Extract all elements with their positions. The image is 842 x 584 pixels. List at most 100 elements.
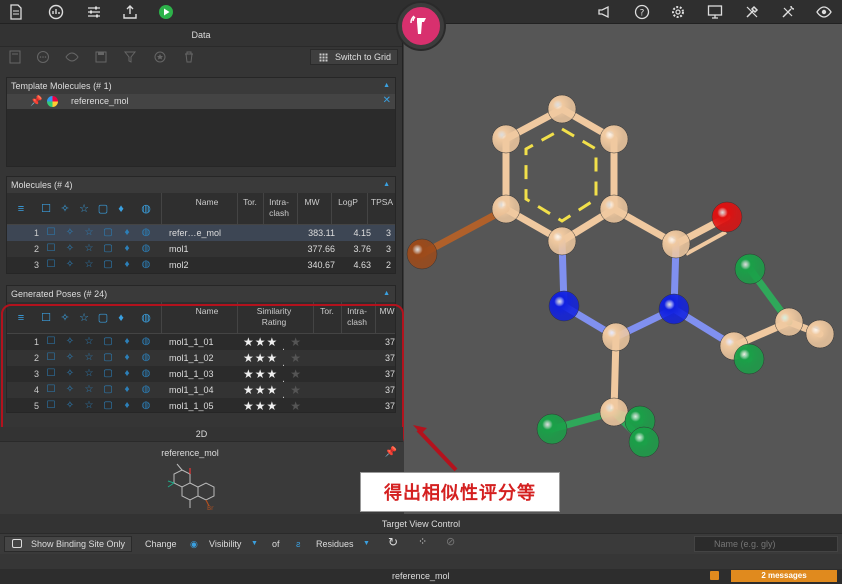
palette-icon[interactable]: ◍ (140, 203, 152, 215)
pin-icon[interactable]: ✧ (59, 312, 71, 324)
settings-icon[interactable] (668, 2, 688, 22)
table-row[interactable]: 1 ☐ ✧ ☆ ▢ ♦ ◍ refer…e_mol 383.11 4.15 3 (7, 225, 395, 241)
row-flags[interactable]: ☐ ✧ ☆ ▢ ♦ ◍ (45, 259, 152, 270)
chevron-down-icon[interactable]: ▼ (363, 537, 370, 551)
col-mw[interactable]: MW (377, 306, 395, 317)
star-icon[interactable]: ☆ (78, 312, 90, 324)
collapse-icon[interactable]: ▲ (383, 286, 390, 302)
checkbox-icon[interactable]: ☐ (40, 312, 52, 324)
save-icon[interactable] (94, 50, 108, 64)
sort-icon[interactable]: ≡ (15, 312, 27, 324)
atom[interactable] (661, 229, 691, 259)
scatter-icon[interactable]: ⁘ (418, 535, 427, 549)
template-molecules-header[interactable]: Template Molecules (# 1) ▲ (7, 78, 395, 94)
atom[interactable] (658, 293, 690, 325)
run-icon[interactable] (156, 2, 176, 22)
show-binding-site-only-toggle[interactable]: Show Binding Site Only (4, 536, 132, 552)
table-row[interactable]: 5 ☐✧☆▢♦◍ mol1_1_05 ★★★★★★ 37 (7, 398, 395, 412)
wrench-icon[interactable] (778, 2, 798, 22)
warning-icon[interactable] (710, 571, 719, 580)
visibility-dropdown[interactable]: Visibility (209, 537, 241, 551)
messages-button[interactable]: 2 messages (731, 570, 837, 582)
reset-icon[interactable]: ↻ (388, 535, 398, 549)
molecules-header[interactable]: Molecules (# 4) ▲ (7, 177, 395, 193)
atom[interactable] (599, 124, 629, 154)
atom[interactable] (628, 426, 660, 458)
flame-icon[interactable]: ♦ (115, 312, 127, 324)
row-flags[interactable]: ☐ ✧ ☆ ▢ ♦ ◍ (45, 384, 152, 395)
filter-icon[interactable] (123, 50, 137, 64)
eye-icon[interactable] (814, 2, 834, 22)
star-icon[interactable]: ☆ (78, 203, 90, 215)
atom[interactable] (734, 253, 766, 285)
delete-icon[interactable] (182, 50, 196, 64)
table-row[interactable]: 1 ☐✧☆▢♦◍ mol1_1_01 ★★★★★★ 37 (7, 334, 395, 360)
atom[interactable] (548, 290, 580, 322)
switch-to-grid-button[interactable]: Switch to Grid (310, 49, 398, 65)
flame-icon[interactable]: ♦ (115, 203, 127, 215)
atom[interactable] (599, 194, 629, 224)
app-logo[interactable] (398, 3, 444, 49)
close-icon[interactable]: ✕ (383, 95, 391, 106)
badge-icon[interactable] (153, 50, 167, 64)
col-intra-clash[interactable]: Intra- clash (264, 197, 294, 219)
col-tpsa[interactable]: TPSA (369, 197, 395, 208)
row-flags[interactable]: ☐ ✧ ☆ ▢ ♦ ◍ (45, 352, 152, 363)
hide-icon[interactable]: ⊘ (446, 535, 455, 549)
help-icon[interactable]: ? (632, 2, 652, 22)
atom[interactable] (491, 194, 521, 224)
tools-icon[interactable] (742, 2, 762, 22)
collapse-icon[interactable]: ▲ (383, 78, 390, 94)
row-flags[interactable]: ☐ ✧ ☆ ▢ ♦ ◍ (45, 400, 152, 411)
pin-icon[interactable]: 📌 (30, 96, 42, 107)
col-intra-clash[interactable]: Intra- clash (342, 306, 372, 328)
view-icon[interactable] (65, 50, 79, 64)
table-row[interactable]: 2 ☐✧☆▢♦◍ mol1_1_02 ★★★★★★ 37 (7, 350, 395, 376)
pin-icon[interactable]: 📌 (385, 447, 397, 458)
col-logp[interactable]: LogP (333, 197, 363, 208)
row-flags[interactable]: ☐ ✧ ☆ ▢ ♦ ◍ (45, 243, 152, 254)
row-flags[interactable]: ☐ ✧ ☆ ▢ ♦ ◍ (45, 227, 152, 238)
checkbox-icon[interactable]: ☐ (40, 203, 52, 215)
comment-icon[interactable]: ▢ (97, 312, 109, 324)
col-mw[interactable]: MW (299, 197, 325, 208)
monitor-icon[interactable] (705, 2, 725, 22)
col-similarity-rating[interactable]: Similarity Rating (239, 306, 309, 328)
upload-icon[interactable] (120, 2, 140, 22)
table-row[interactable]: 3 ☐ ✧ ☆ ▢ ♦ ◍ mol2 340.67 4.63 2 (7, 257, 395, 273)
palette-icon[interactable]: ◍ (140, 312, 152, 324)
residues-dropdown[interactable]: Residues (316, 537, 354, 551)
residue-search-input[interactable] (694, 536, 838, 552)
atom[interactable] (733, 343, 765, 375)
atom[interactable] (547, 94, 577, 124)
template-molecule-row[interactable]: 📌 reference_mol ✕ (7, 94, 395, 109)
chevron-down-icon[interactable]: ▼ (251, 537, 258, 551)
atom[interactable] (774, 307, 804, 337)
collapse-icon[interactable]: ▲ (383, 177, 390, 193)
row-flags[interactable]: ☐ ✧ ☆ ▢ ♦ ◍ (45, 336, 152, 347)
table-row[interactable]: 4 ☐✧☆▢♦◍ mol1_1_04 ★★★★★★ 37 (7, 382, 395, 408)
dashboard-icon[interactable] (46, 2, 66, 22)
more-icon[interactable] (36, 50, 50, 64)
atom[interactable] (601, 322, 631, 352)
generated-poses-header[interactable]: Generated Poses (# 24) ▲ (7, 286, 395, 302)
col-tor[interactable]: Tor. (315, 306, 339, 317)
document-icon[interactable] (6, 2, 26, 22)
atom[interactable] (599, 397, 629, 427)
row-flags[interactable]: ☐ ✧ ☆ ▢ ♦ ◍ (45, 368, 152, 379)
atom[interactable] (406, 238, 438, 270)
atom[interactable] (805, 319, 835, 349)
col-name[interactable]: Name (177, 197, 237, 208)
col-tor[interactable]: Tor. (239, 197, 261, 208)
table-row[interactable]: 3 ☐✧☆▢♦◍ mol1_1_03 ★★★★★★ 37 (7, 366, 395, 392)
atom[interactable] (536, 413, 568, 445)
announcement-icon[interactable] (595, 2, 615, 22)
3d-viewport[interactable] (404, 24, 842, 514)
sort-icon[interactable]: ≡ (15, 203, 27, 215)
table-row[interactable]: 2 ☐ ✧ ☆ ▢ ♦ ◍ mol1 377.66 3.76 3 (7, 241, 395, 257)
atom[interactable] (491, 124, 521, 154)
pin-icon[interactable]: ✧ (59, 203, 71, 215)
calculator-icon[interactable] (8, 50, 22, 64)
col-name[interactable]: Name (177, 306, 237, 317)
sliders-icon[interactable] (84, 2, 104, 22)
